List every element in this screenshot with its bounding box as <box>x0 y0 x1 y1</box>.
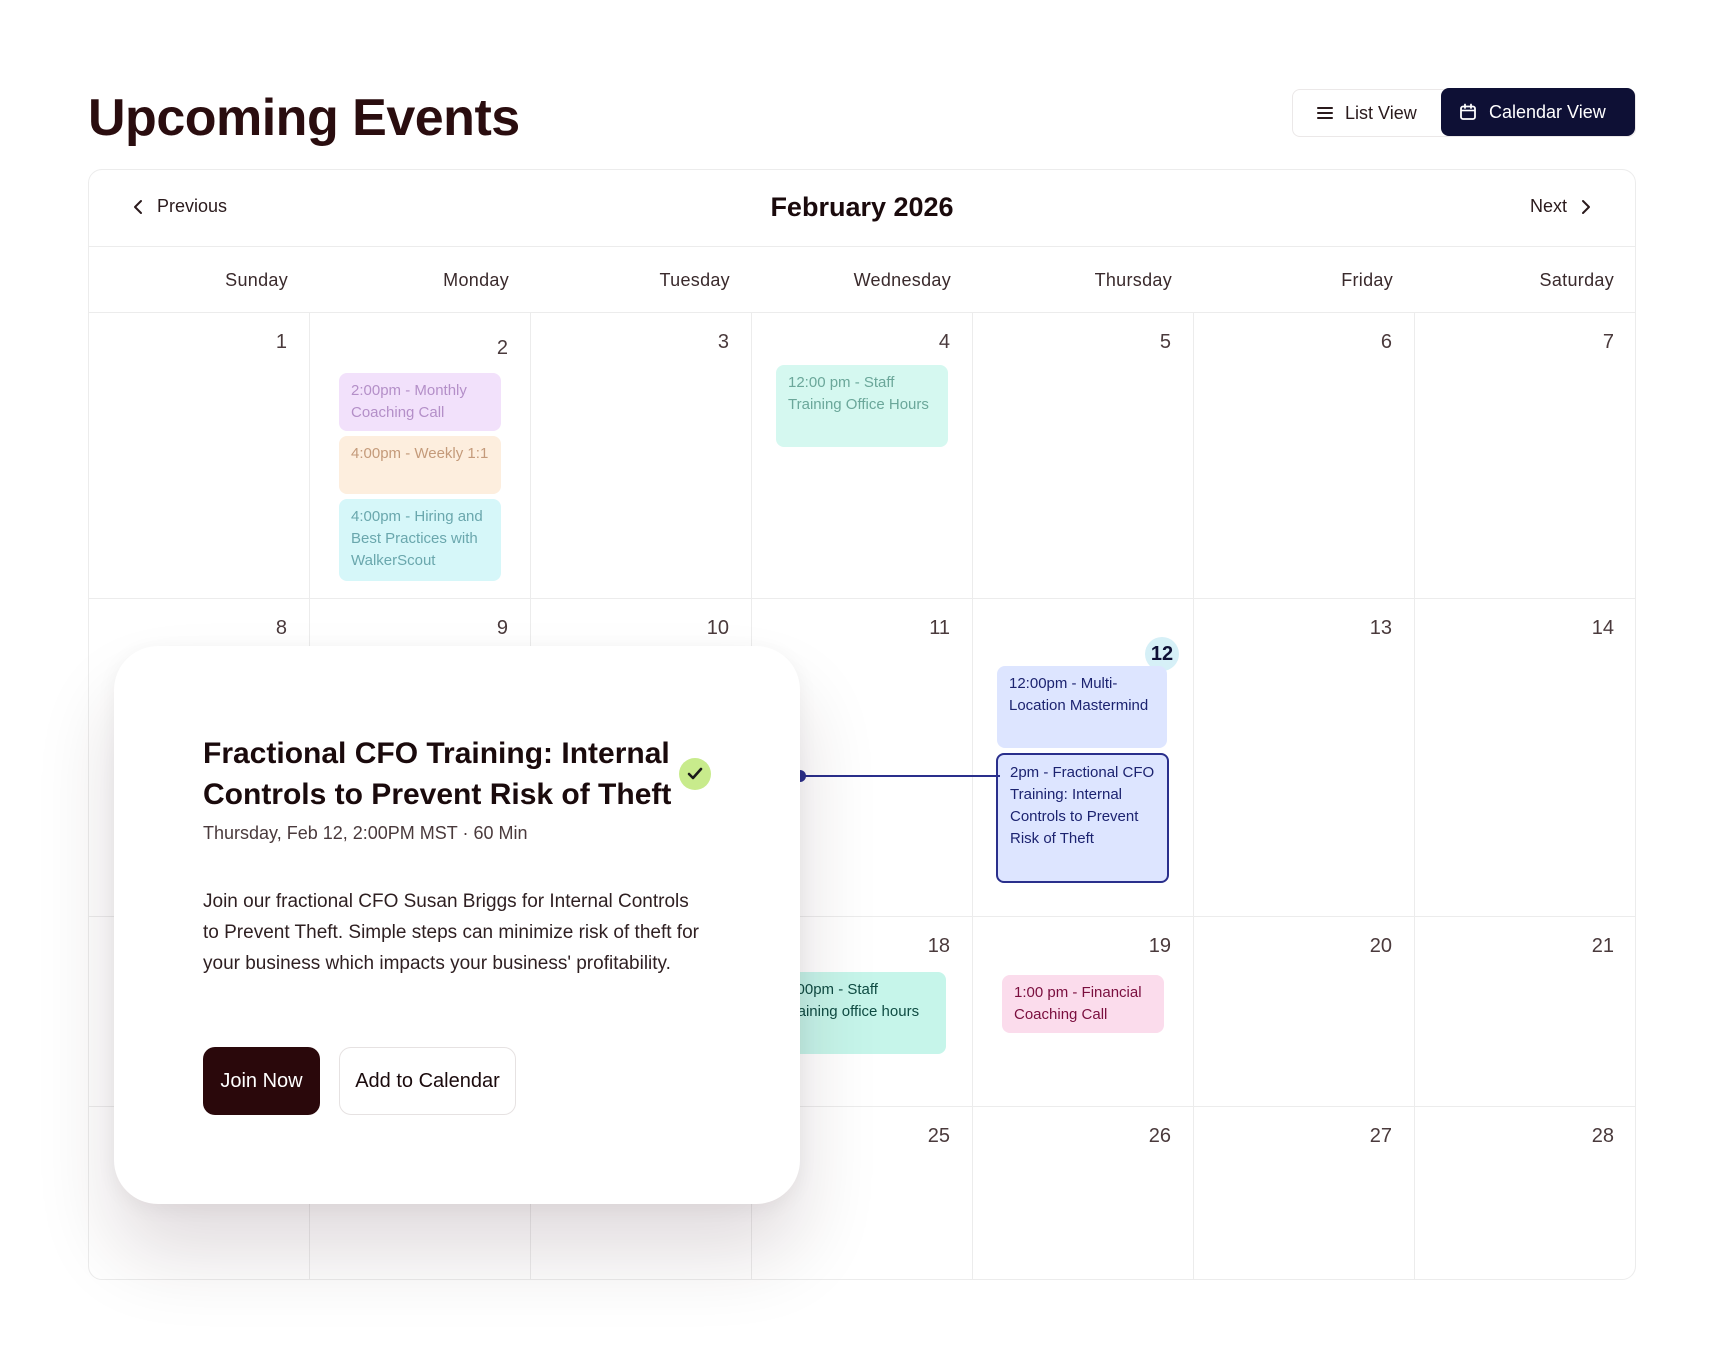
weekday-friday: Friday <box>1341 270 1393 290</box>
day-cell[interactable]: 3 <box>531 313 752 599</box>
day-number: 5 <box>1159 331 1171 353</box>
day-number: 10 <box>706 617 729 639</box>
day-number: 26 <box>1148 1125 1171 1147</box>
day-cell[interactable]: 14 <box>1415 599 1635 917</box>
day-number: 7 <box>1602 331 1614 353</box>
day-number: 21 <box>1591 935 1614 957</box>
day-cell[interactable]: 13 <box>1194 599 1415 917</box>
calendar-event[interactable]: 2:00pm - Monthly Coaching Call <box>339 373 501 431</box>
day-number: 20 <box>1369 935 1392 957</box>
day-cell[interactable]: 5 <box>973 313 1194 599</box>
day-cell[interactable]: 26 <box>973 1107 1194 1279</box>
day-cell[interactable]: 20 <box>1194 917 1415 1107</box>
day-cell[interactable]: 1 <box>89 313 310 599</box>
list-view-label: List View <box>1345 102 1417 123</box>
day-cell[interactable]: 27 <box>1194 1107 1415 1279</box>
day-cell[interactable]: 21 <box>1415 917 1635 1107</box>
day-cell[interactable]: 7 <box>1415 313 1635 599</box>
calendar-icon <box>1460 103 1476 120</box>
check-circle-icon <box>679 758 711 790</box>
day-cell[interactable]: 19 1:00 pm - Financial Coaching Call <box>973 917 1194 1107</box>
weekday-sunday: Sunday <box>225 270 288 290</box>
event-detail-popup: Fractional CFO Training: Internal Contro… <box>114 646 800 1204</box>
list-view-button[interactable]: List View <box>1301 90 1435 136</box>
day-cell[interactable]: 12 12:00pm - Multi-Location Mastermind 2… <box>973 599 1194 917</box>
calendar-header: Previous February 2026 Next <box>89 170 1635 247</box>
calendar-event[interactable]: 4:00pm - Hiring and Best Practices with … <box>339 499 501 581</box>
day-number: 4 <box>938 331 950 353</box>
join-now-button[interactable]: Join Now <box>203 1047 320 1115</box>
calendar-event-selected[interactable]: 2pm - Fractional CFO Training: Internal … <box>996 753 1169 883</box>
day-number: 18 <box>927 935 950 957</box>
day-number: 19 <box>1148 935 1171 957</box>
day-number: 14 <box>1591 617 1614 639</box>
calendar-view-button[interactable]: Calendar View <box>1441 88 1635 136</box>
page-title: Upcoming Events <box>88 89 520 147</box>
weekday-saturday: Saturday <box>1539 270 1614 290</box>
calendar-event[interactable]: 4:00pm - Weekly 1:1 <box>339 436 501 494</box>
day-cell[interactable]: 28 <box>1415 1107 1635 1279</box>
add-to-calendar-button[interactable]: Add to Calendar <box>339 1047 516 1115</box>
weekday-header-row: Sunday Monday Tuesday Wednesday Thursday… <box>89 247 1635 313</box>
day-number: 3 <box>717 331 729 353</box>
popup-connector-line <box>800 775 1000 777</box>
day-number: 6 <box>1380 331 1392 353</box>
day-cell[interactable]: 2 2:00pm - Monthly Coaching Call 4:00pm … <box>310 313 531 599</box>
day-number: 8 <box>275 617 287 639</box>
day-number: 27 <box>1369 1125 1392 1147</box>
day-number: 2 <box>496 337 508 359</box>
weekday-tuesday: Tuesday <box>659 270 730 290</box>
weekday-monday: Monday <box>443 270 509 290</box>
list-icon <box>1317 106 1333 120</box>
weekday-thursday: Thursday <box>1094 270 1172 290</box>
weekday-wednesday: Wednesday <box>853 270 951 290</box>
day-cell[interactable]: 6 <box>1194 313 1415 599</box>
event-datetime: Thursday, Feb 12, 2:00PM MST · 60 Min <box>203 823 528 843</box>
view-toggle: List View Calendar View <box>1292 88 1636 137</box>
event-description: Join our fractional CFO Susan Briggs for… <box>203 891 699 974</box>
calendar-event[interactable]: 1:00 pm - Financial Coaching Call <box>1002 975 1164 1033</box>
day-number: 9 <box>496 617 508 639</box>
next-month-button[interactable]: Next <box>1530 196 1591 217</box>
day-cell[interactable]: 4 12:00 pm - Staff Training Office Hours <box>752 313 973 599</box>
month-title: February 2026 <box>770 192 954 222</box>
calendar-event[interactable]: 12:00pm - Multi-Location Mastermind <box>997 666 1167 748</box>
next-label: Next <box>1529 196 1567 216</box>
chevron-right-icon <box>1582 199 1590 214</box>
day-number: 11 <box>929 617 950 639</box>
day-number: 1 <box>275 331 287 353</box>
day-number: 25 <box>927 1125 950 1147</box>
event-title: Fractional CFO Training: Internal Contro… <box>203 737 672 811</box>
calendar-event[interactable]: 12:00 pm - Staff Training Office Hours <box>776 365 948 447</box>
calendar-view-label: Calendar View <box>1489 101 1606 122</box>
day-number: 13 <box>1369 617 1392 639</box>
day-number: 28 <box>1591 1125 1614 1147</box>
